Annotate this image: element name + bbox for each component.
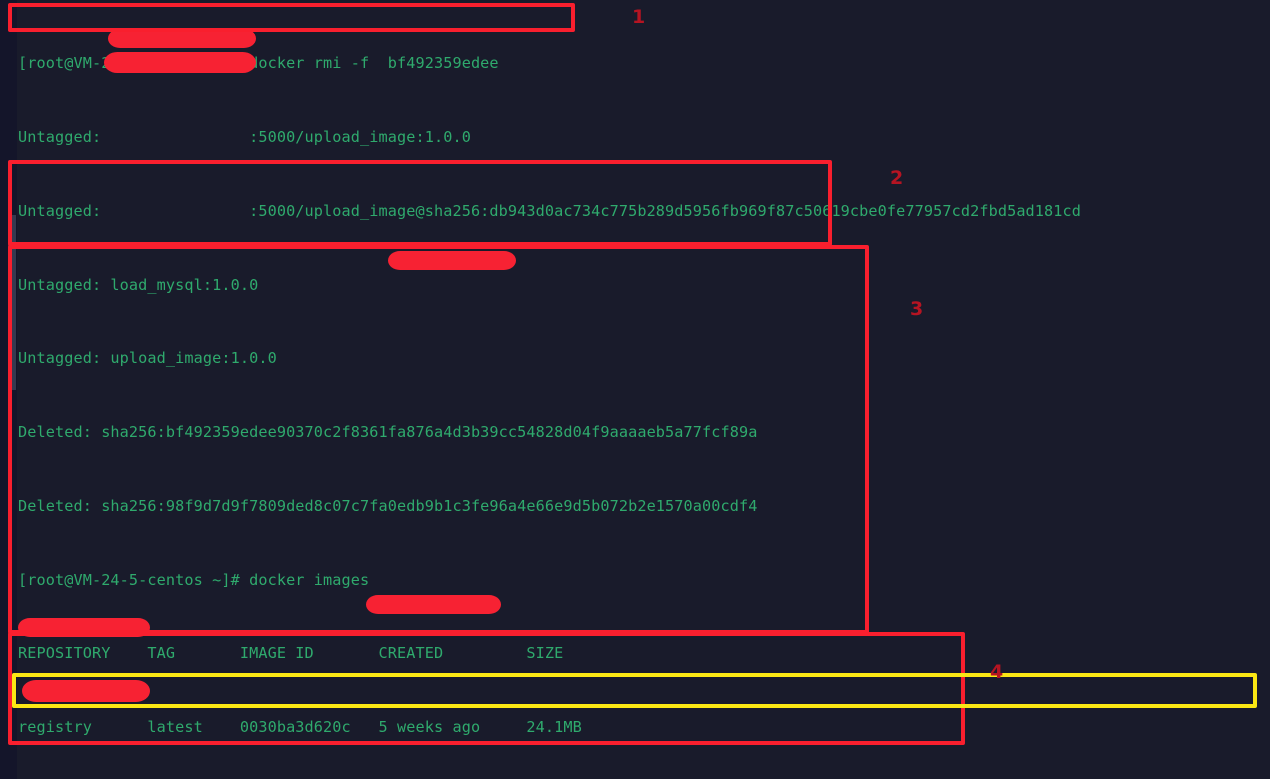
terminal-line: Untagged: upload_image:1.0.0: [18, 349, 277, 368]
terminal-scrollbar-gutter: [0, 0, 17, 779]
terminal-scrollbar-thumb[interactable]: [8, 215, 16, 390]
terminal-line: Deleted: sha256:bf492359edee90370c2f8361…: [18, 423, 758, 442]
terminal-output: [root@VM-24-5-centos ~]# docker rmi -f b…: [18, 2, 1268, 779]
terminal-window[interactable]: [root@VM-24-5-centos ~]# docker rmi -f b…: [0, 0, 1270, 779]
terminal-line: registry latest 0030ba3d620c 5 weeks ago…: [18, 718, 582, 737]
terminal-line: [root@VM-24-5-centos ~]# docker rmi -f b…: [18, 54, 499, 73]
terminal-line: REPOSITORY TAG IMAGE ID CREATED SIZE: [18, 644, 564, 663]
terminal-line: Deleted: sha256:98f9d7d9f7809ded8c07c7fa…: [18, 496, 758, 515]
terminal-line: Untagged: :5000/upload_image:1.0.0: [18, 127, 471, 146]
terminal-line: [root@VM-24-5-centos ~]# docker images: [18, 570, 370, 589]
terminal-line: Untagged: load_mysql:1.0.0: [18, 275, 259, 294]
terminal-line: Untagged: :5000/upload_image@sha256:db94…: [18, 201, 1082, 220]
